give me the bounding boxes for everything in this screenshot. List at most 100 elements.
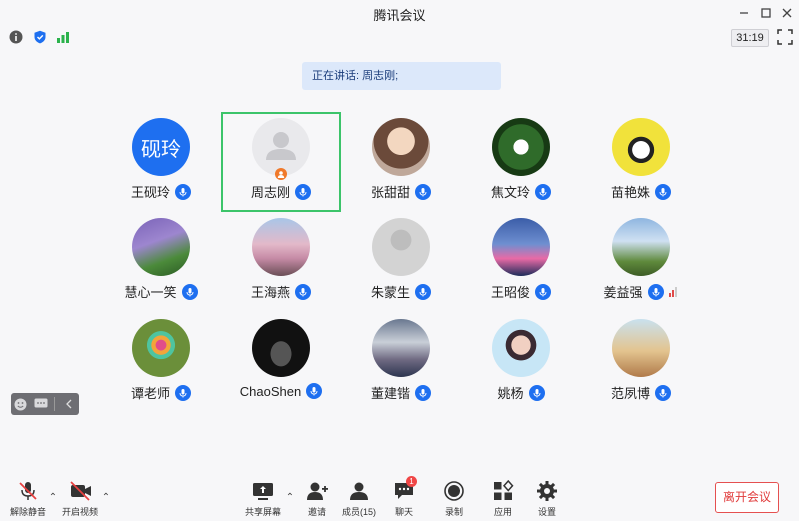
close-icon[interactable] [778, 4, 796, 22]
members-icon [348, 480, 370, 502]
weak-signal-icon [668, 286, 679, 297]
chat-bubble-icon[interactable] [31, 393, 51, 415]
minimize-icon[interactable] [735, 4, 753, 22]
members-button[interactable]: 成员(15) [342, 480, 376, 518]
participant-name-row: 董建锴 [341, 383, 461, 402]
mic-icon [528, 384, 545, 401]
avatar [372, 319, 430, 377]
leave-meeting-button[interactable]: 离开会议 [715, 482, 779, 513]
mic-icon [295, 283, 311, 300]
participant-tile[interactable]: 姜益强 [581, 212, 701, 312]
video-options-chevron-icon[interactable]: ⌃ [101, 492, 111, 503]
avatar [612, 118, 670, 176]
settings-button[interactable]: 设置 [536, 480, 558, 518]
participant-name: 谭老师 [130, 386, 170, 401]
apps-icon [492, 480, 514, 502]
mic-icon [655, 183, 671, 200]
members-label: 成员(15) [342, 507, 377, 517]
participant-tile[interactable]: 董建锴 [341, 313, 461, 413]
participant-tile[interactable]: 范夙博 [581, 313, 701, 413]
fullscreen-icon[interactable] [777, 29, 795, 47]
participant-tile[interactable]: 焦文玲 [461, 112, 581, 212]
avatar [252, 218, 310, 276]
unmute-button[interactable]: 解除静音 [10, 480, 46, 518]
chat-label: 聊天 [394, 507, 413, 517]
participant-name: 王海燕 [250, 285, 290, 300]
mic-icon [306, 383, 323, 399]
chat-button[interactable]: 1 聊天 [393, 476, 417, 518]
avatar [612, 319, 670, 377]
invite-user-icon [306, 480, 328, 502]
avatar [492, 319, 550, 377]
participant-tile[interactable]: 苗艳姝 [581, 112, 701, 212]
participant-name: 姜益强 [603, 285, 643, 300]
participant-tile[interactable]: 周志刚 [221, 112, 341, 212]
participant-tile[interactable]: ChaoShen [221, 313, 341, 413]
avatar [132, 319, 190, 377]
participant-name: 周志刚 [250, 185, 290, 200]
participant-tile[interactable]: 张甜甜 [341, 112, 461, 212]
divider [54, 397, 56, 411]
info-icon[interactable] [8, 29, 24, 45]
participant-tile[interactable]: 王昭俊 [461, 212, 581, 312]
security-shield-icon[interactable] [32, 29, 48, 45]
record-button[interactable]: 录制 [443, 480, 465, 518]
participant-name: 范夙博 [610, 386, 650, 401]
network-signal-icon[interactable] [55, 29, 71, 45]
participant-name-row: 慧心一笑 [101, 282, 221, 301]
avatar [252, 319, 310, 377]
bottom-toolbar: 解除静音 开启视频 共享屏幕 邀请 成员(15) 1 聊天 录制 应用 设置 [0, 474, 799, 521]
host-badge-icon [275, 168, 287, 180]
gear-icon [536, 480, 558, 502]
speaking-indicator: 正在讲话: 周志刚; [302, 62, 501, 90]
title-bar: 腾讯会议 [0, 0, 799, 26]
share-options-chevron-icon[interactable]: ⌃ [285, 492, 295, 503]
info-bar: 31:19 [0, 26, 799, 50]
participant-tile[interactable]: 砚玲 王砚玲 [101, 112, 221, 212]
share-screen-label: 共享屏幕 [245, 507, 282, 517]
unmute-label: 解除静音 [10, 507, 47, 517]
participant-name: 苗艳姝 [610, 185, 650, 200]
participant-name-row: 谭老师 [101, 383, 221, 402]
apps-button[interactable]: 应用 [492, 480, 514, 518]
start-video-button[interactable]: 开启视频 [62, 480, 98, 518]
participant-name: 张甜甜 [370, 185, 410, 200]
mic-icon [535, 283, 551, 300]
maximize-icon[interactable] [757, 4, 775, 22]
record-label: 录制 [444, 507, 463, 517]
participant-name-row: 王昭俊 [461, 282, 581, 301]
participant-name-row: 范夙博 [581, 383, 701, 402]
participant-tile[interactable]: 谭老师 [101, 313, 221, 413]
participant-tile[interactable]: 朱蒙生 [341, 212, 461, 312]
avatar: 砚玲 [132, 118, 190, 176]
meeting-timer: 31:19 [731, 29, 769, 47]
audio-options-chevron-icon[interactable]: ⌃ [48, 492, 58, 503]
collapse-icon[interactable] [59, 393, 79, 415]
settings-label: 设置 [537, 507, 556, 517]
participant-name: 董建锴 [370, 386, 410, 401]
record-icon [443, 480, 465, 502]
participant-name: ChaoShen [239, 383, 302, 399]
chat-icon: 1 [393, 476, 417, 502]
participant-name-row: ChaoShen [221, 383, 341, 399]
start-video-label: 开启视频 [62, 507, 99, 517]
mic-icon [415, 384, 431, 401]
avatar [372, 118, 430, 176]
participant-tile[interactable]: 王海燕 [221, 212, 341, 312]
participant-name-row: 姚杨 [461, 383, 581, 402]
emoji-icon[interactable] [11, 393, 31, 415]
mic-icon [175, 384, 191, 401]
participant-name-row: 王砚玲 [101, 182, 221, 201]
share-screen-button[interactable]: 共享屏幕 [245, 480, 281, 518]
avatar-initials: 砚玲 [141, 138, 181, 161]
invite-button[interactable]: 邀请 [306, 480, 328, 518]
participant-name-row: 朱蒙生 [341, 282, 461, 301]
share-screen-icon [252, 480, 274, 502]
participant-tile[interactable]: 慧心一笑 [101, 212, 221, 312]
participant-name-row: 王海燕 [221, 282, 341, 301]
participant-name: 王昭俊 [490, 285, 530, 300]
participant-tile[interactable]: 姚杨 [461, 313, 581, 413]
participant-name-row: 姜益强 [581, 282, 701, 301]
avatar [372, 218, 430, 276]
video-off-icon [69, 480, 91, 502]
